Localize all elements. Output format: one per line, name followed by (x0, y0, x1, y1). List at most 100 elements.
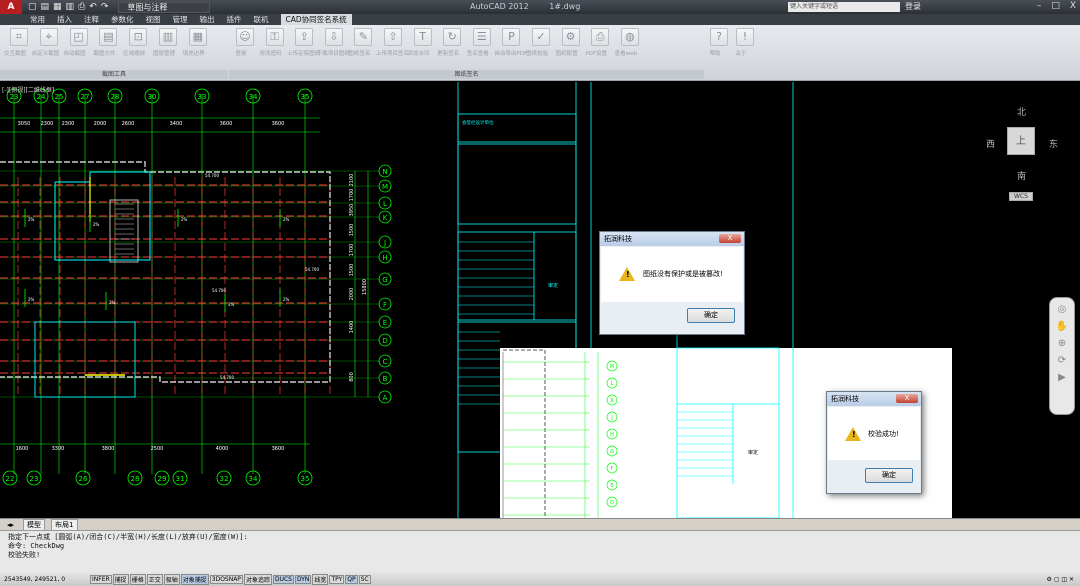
dimension-text-right: 1500 (349, 224, 355, 237)
ribbon-tool-7[interactable]: ☺ 登录 (232, 28, 258, 57)
ribbon-tool-8[interactable]: ⚿ 修改密码 (260, 28, 288, 57)
ribbon-tab-2[interactable]: 注释 (84, 14, 99, 25)
status-toggle-12[interactable]: QP (345, 574, 358, 584)
ribbon-tool-20[interactable]: ◍ 查看web (615, 28, 643, 57)
ribbon-tool-17[interactable]: ✓ 图纸校验 (526, 28, 554, 57)
ribbon-tab-7[interactable]: 插件 (227, 14, 242, 25)
coordinates-readout[interactable]: 2543549, 249521, 0 (4, 576, 90, 583)
ribbon-tool-1[interactable]: ⌖ 自定义截图 (32, 28, 62, 57)
print-icon[interactable]: ⎙ (78, 2, 85, 12)
ok-button[interactable]: 确定 (865, 468, 913, 483)
app-name: AutoCAD 2012 (470, 2, 529, 11)
ribbon-tool-12[interactable]: ⇧ 上传项目签名 (376, 28, 409, 57)
ribbon-tool-label: 截图文件 (93, 51, 116, 57)
ribbon-tabs: 常用 插入 注释 参数化 视图 管理 输出 插件 联机 CAD协同签名系统 (0, 14, 1080, 25)
ribbon-tool-18[interactable]: ⚙ 图纸配置 (556, 28, 584, 57)
axis-label-right: A (383, 394, 388, 402)
ribbon-tool-4[interactable]: ⊡ 区域缩放 (123, 28, 151, 57)
zoom-extents-icon[interactable]: ⊕ (1050, 338, 1074, 349)
status-tray-icons[interactable]: ⚙ ▢ ◫ ✕ (1047, 576, 1074, 583)
ribbon-tool-15[interactable]: ☰ 签名查看 (467, 28, 495, 57)
command-line[interactable]: 指定下一点或 [圆弧(A)/闭合(C)/半宽(H)/长度(L)/放弃(U)/宽度… (0, 530, 1080, 572)
ribbon-tool-9[interactable]: ⇪ 上传定稿图纸 (287, 28, 320, 57)
ribbon-tool-6[interactable]: ▦ 填充边界 (183, 28, 211, 57)
dialog-close-button[interactable]: X (896, 394, 918, 403)
pan-icon[interactable]: ✋ (1050, 321, 1074, 332)
tab-nav-icon[interactable]: ◂▸ (4, 521, 17, 529)
ribbon-tool-13[interactable]: T 添加水印 (408, 28, 436, 57)
ribbon-tool-10[interactable]: ⇩ 下载项目图纸 (317, 28, 350, 57)
ribbon-tool-16[interactable]: P 自动导出PDF (494, 28, 527, 57)
login-button[interactable]: 登录 (905, 1, 921, 12)
redo-icon[interactable]: ↷ (101, 2, 109, 12)
maximize-button[interactable]: □ (1051, 1, 1060, 11)
steering-wheel-icon[interactable]: ◎ (1050, 304, 1074, 315)
ribbon-tab-4[interactable]: 视图 (146, 14, 161, 25)
paper-axis-label: F (611, 466, 614, 472)
ribbon-tool-14[interactable]: ↻ 更新签名 (437, 28, 465, 57)
axis-label-bottom: 22 (6, 475, 15, 483)
status-toggle-11[interactable]: TPY (329, 574, 345, 584)
open-folder-icon[interactable]: ▤ (41, 2, 50, 12)
status-toggle-4[interactable]: 极轴 (163, 573, 180, 585)
status-toggle-8[interactable]: DUCS (272, 574, 294, 584)
status-toggle-10[interactable]: 线宽 (312, 573, 329, 585)
ok-button[interactable]: 确定 (687, 308, 735, 323)
download-icon: ⇩ (324, 28, 343, 46)
status-toggle-5[interactable]: 对象捕捉 (180, 573, 209, 585)
status-toggle-13[interactable]: SC (358, 574, 371, 584)
ribbon-tab-6[interactable]: 输出 (200, 14, 215, 25)
ribbon-tab-9[interactable]: CAD协同签名系统 (280, 14, 352, 25)
hatch-icon: ▦ (188, 28, 207, 46)
ribbon-tab-1[interactable]: 插入 (57, 14, 72, 25)
ribbon-tab-3[interactable]: 参数化 (111, 14, 134, 25)
minimize-button[interactable]: – (1037, 1, 1042, 11)
ribbon-tab-5[interactable]: 管理 (173, 14, 188, 25)
workspace-dropdown[interactable]: 草图与注释 (118, 1, 211, 13)
showmotion-icon[interactable]: ▶ (1050, 372, 1074, 383)
ribbon-tool-22[interactable]: ! 关于 (732, 28, 758, 57)
ribbon-tool-11[interactable]: ✎ 图纸签名 (348, 28, 376, 57)
ribbon-tool-2[interactable]: ◰ 自动截图 (64, 28, 92, 57)
save-as-icon[interactable]: ▥ (66, 2, 75, 12)
ribbon-tool-3[interactable]: ▤ 截图文件 (93, 28, 121, 57)
undo-icon[interactable]: ↶ (89, 2, 97, 12)
paper-axis-label: L (611, 381, 614, 387)
orbit-icon[interactable]: ⟳ (1050, 355, 1074, 366)
ribbon-tool-5[interactable]: ▥ 图层管理 (153, 28, 181, 57)
viewcube[interactable]: 上 (1007, 127, 1035, 155)
save-icon[interactable]: ▦ (53, 2, 62, 12)
compass-south[interactable]: 南 (1017, 169, 1026, 182)
viewport-label[interactable]: [-][俯视][二维线框] (2, 85, 54, 94)
status-toggle-0[interactable]: INFER (90, 574, 112, 584)
ribbon-tab-0[interactable]: 常用 (30, 14, 45, 25)
ribbon-tool-label: 自动截图 (63, 51, 86, 57)
ribbon-tab-8[interactable]: 联机 (254, 14, 269, 25)
config-icon: ⚙ (561, 28, 580, 46)
search-input[interactable]: 键入关键字或短语 (788, 2, 900, 12)
ribbon-tool-19[interactable]: ⎙ PDF设置 (585, 28, 613, 57)
tab-model[interactable]: 模型 (23, 518, 46, 531)
tab-layout1[interactable]: 布局1 (51, 518, 78, 531)
dialog-body: ! 校验成功! (828, 407, 920, 460)
dimension-text-right: 800 (349, 372, 355, 382)
ribbon-tool-label: 下载项目图纸 (316, 51, 350, 57)
navigation-bar[interactable]: ◎ ✋ ⊕ ⟳ ▶ (1049, 297, 1075, 415)
ribbon-tool-label: 关于 (735, 51, 747, 57)
close-button[interactable]: X (1070, 1, 1076, 11)
compass-west[interactable]: 西 (986, 137, 995, 150)
ucs-dropdown[interactable]: WCS (1009, 192, 1033, 201)
compass-east[interactable]: 东 (1049, 137, 1058, 150)
dialog-close-button[interactable]: X (719, 234, 741, 243)
status-toggle-1[interactable]: 捕捉 (112, 573, 129, 585)
status-toggle-3[interactable]: 正交 (146, 573, 163, 585)
ribbon-tool-label: 图纸校验 (525, 51, 548, 57)
compass-north[interactable]: 北 (1017, 105, 1026, 118)
status-toggle-6[interactable]: 3DOSNAP (209, 574, 243, 584)
new-file-icon[interactable]: ▢ (28, 2, 37, 12)
status-toggle-9[interactable]: DYN (294, 574, 312, 584)
ribbon-tool-0[interactable]: ⌗ 交互截图 (4, 28, 32, 57)
application-menu-button[interactable]: A (0, 0, 22, 14)
status-toggle-2[interactable]: 栅格 (129, 573, 146, 585)
status-toggle-7[interactable]: 对象追踪 (243, 573, 272, 585)
